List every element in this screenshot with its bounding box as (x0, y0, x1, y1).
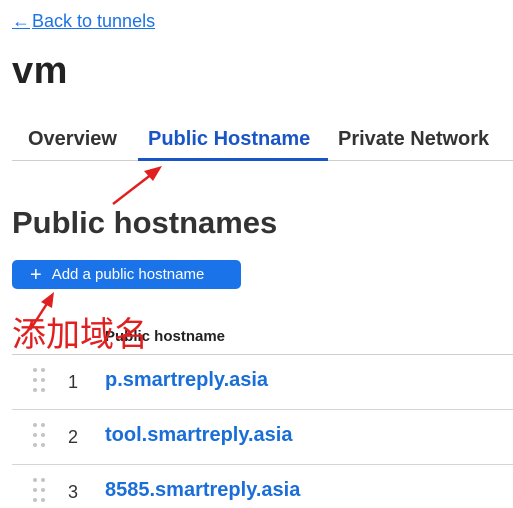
drag-handle-icon[interactable] (32, 422, 46, 448)
table-row: 2 tool.smartreply.asia (12, 410, 513, 465)
annotation-add-domain: 添加域名 (12, 315, 148, 355)
table-row: 1 p.smartreply.asia (12, 355, 513, 410)
hostname-link[interactable]: 8585.smartreply.asia (105, 479, 300, 502)
row-index: 3 (68, 482, 79, 502)
page-title: vm (12, 50, 68, 92)
annotation-arrow-tab (112, 166, 162, 205)
hostname-link[interactable]: p.smartreply.asia (105, 369, 268, 392)
tab-private-network[interactable]: Private Network (338, 128, 489, 151)
row-index: 1 (68, 372, 79, 392)
tab-overview[interactable]: Overview (28, 128, 117, 151)
back-arrow-icon: ← (12, 11, 30, 31)
row-index: 2 (68, 427, 79, 447)
add-public-hostname-button[interactable]: + Add a public hostname (12, 260, 241, 289)
tunnel-detail-page: ← Back to tunnels vm Overview Public Host… (0, 0, 513, 508)
drag-handle-icon[interactable] (32, 367, 46, 393)
tab-bar: Overview Public Hostname Private Network (12, 120, 513, 161)
back-link-label: Back to tunnels (32, 11, 156, 31)
active-tab-indicator (138, 158, 328, 161)
add-button-label: Add a public hostname (51, 266, 205, 283)
drag-handle-icon[interactable] (32, 477, 46, 503)
table-row: 3 8585.smartreply.asia (12, 465, 513, 508)
tab-public-hostname[interactable]: Public Hostname (148, 128, 310, 151)
hostname-link[interactable]: tool.smartreply.asia (105, 424, 292, 447)
section-title: Public hostnames (12, 205, 278, 240)
plus-icon: + (30, 263, 42, 286)
back-to-tunnels-link[interactable]: ← Back to tunnels (12, 11, 155, 32)
